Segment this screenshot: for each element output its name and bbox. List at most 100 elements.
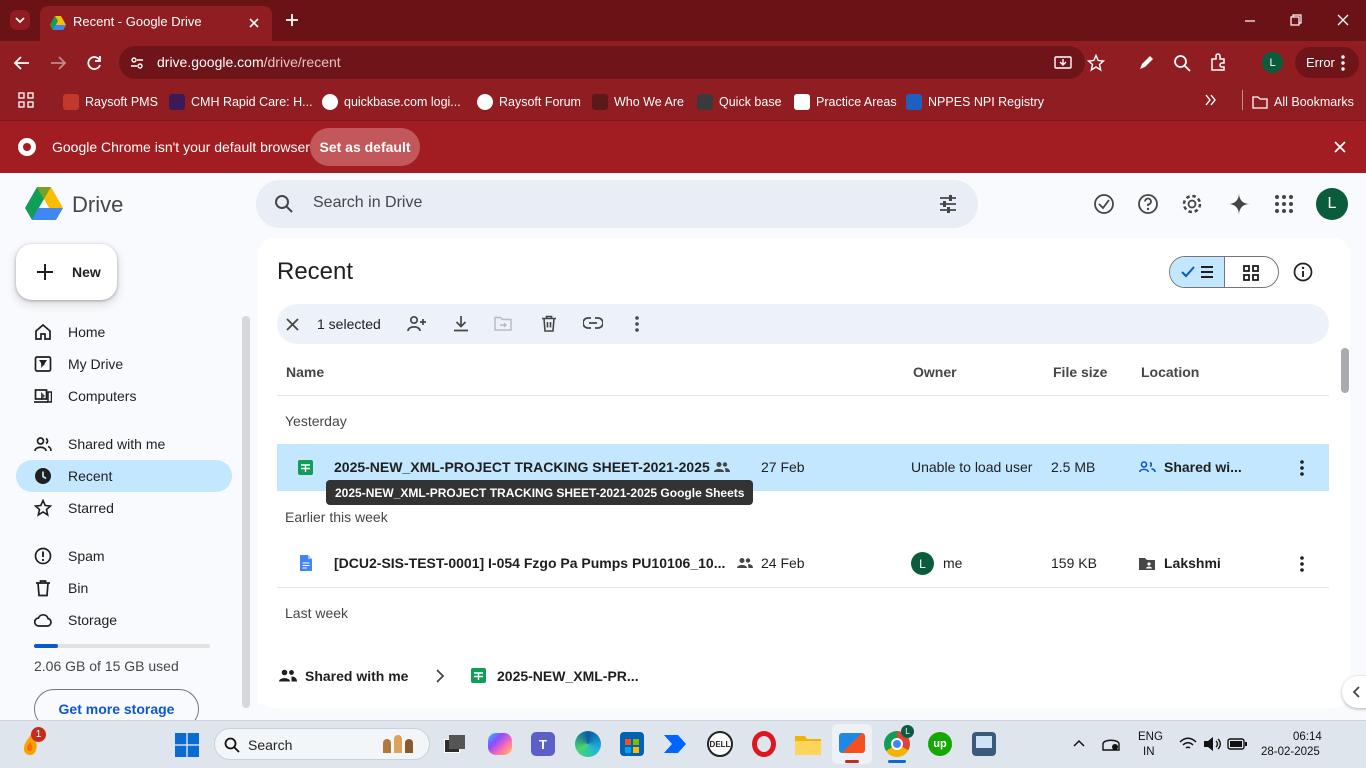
grid-view-icon[interactable] [1243, 265, 1259, 281]
sidebar-scrollbar[interactable] [242, 316, 250, 708]
taskbar-search[interactable]: Search [214, 728, 430, 760]
more-bookmarks-chevron-icon[interactable] [1204, 93, 1218, 107]
help-icon[interactable] [1137, 193, 1159, 215]
new-tab-icon[interactable] [284, 12, 300, 28]
row-more-actions-icon[interactable] [1300, 556, 1304, 572]
sidebar-item-storage[interactable]: Storage [16, 604, 232, 636]
forward-icon[interactable] [49, 54, 67, 72]
file-name[interactable]: [DCU2-SIS-TEST-0001] I-054 Fzgo Pa Pumps… [334, 555, 725, 571]
windows-start-icon[interactable] [175, 733, 199, 757]
battery-icon[interactable] [1227, 738, 1247, 750]
back-icon[interactable] [13, 54, 31, 72]
sidebar-item-shared-with-me[interactable]: Shared with me [16, 428, 232, 460]
sidebar-item-starred[interactable]: Starred [16, 492, 232, 524]
copy-link-icon[interactable] [583, 316, 603, 330]
language-indicator-line2[interactable]: IN [1143, 746, 1155, 758]
layout-toggle[interactable] [1169, 256, 1279, 288]
install-app-icon[interactable] [1054, 54, 1072, 72]
clock-time[interactable]: 06:14 [1293, 731, 1322, 743]
file-explorer-icon[interactable] [795, 733, 821, 755]
bookmark-cmh-rapid-care[interactable]: CMH Rapid Care: H... [169, 92, 313, 112]
close-window-icon[interactable] [1336, 13, 1350, 27]
side-panel-toggle[interactable] [1342, 676, 1366, 708]
edge-icon[interactable] [575, 731, 601, 757]
drive-search-bar[interactable]: Search in Drive [256, 180, 978, 228]
bookmark-raysoft-forum[interactable]: Raysoft Forum [477, 92, 581, 112]
delete-trash-icon[interactable] [541, 315, 557, 332]
ready-for-offline-icon[interactable] [1093, 193, 1115, 215]
taskbar-app-active[interactable] [832, 724, 872, 764]
download-icon[interactable] [453, 315, 469, 332]
bookmark-practice-areas[interactable]: Practice Areas [794, 92, 897, 112]
sidebar-item-bin[interactable]: Bin [16, 572, 232, 604]
breadcrumb-root[interactable]: Shared with me [305, 668, 408, 684]
gemini-sparkle-icon[interactable] [1227, 192, 1251, 216]
network-settings-icon[interactable] [1102, 736, 1120, 752]
language-indicator-line1[interactable]: ENG [1138, 731, 1163, 743]
site-info-icon[interactable] [129, 55, 145, 71]
column-header-name[interactable]: Name [286, 364, 324, 380]
widgets-icon[interactable]: 1 [18, 727, 46, 758]
search-icon[interactable] [274, 194, 294, 214]
wifi-icon[interactable] [1179, 737, 1197, 751]
drive-logo[interactable]: Drive [25, 186, 135, 222]
reload-icon[interactable] [85, 54, 103, 72]
search-input[interactable]: Search in Drive [313, 194, 422, 212]
minimize-icon[interactable] [1243, 14, 1257, 28]
copilot-icon[interactable] [488, 733, 512, 755]
restore-icon[interactable] [1289, 13, 1303, 27]
url-text[interactable]: drive.google.com/drive/recent [157, 54, 341, 72]
opera-icon[interactable] [752, 731, 776, 757]
bookmark-who-we-are[interactable]: Who We Are [592, 92, 684, 112]
task-view-icon[interactable] [444, 734, 466, 754]
details-info-icon[interactable] [1293, 262, 1313, 282]
close-infobar-icon[interactable] [1333, 140, 1347, 154]
upwork-icon[interactable]: up [928, 732, 952, 756]
list-view-button[interactable] [1170, 257, 1225, 287]
pen-icon[interactable] [1137, 54, 1155, 72]
file-location[interactable]: Lakshmi [1164, 555, 1221, 571]
file-name[interactable]: 2025-NEW_XML-PROJECT TRACKING SHEET-2021… [334, 459, 710, 475]
sidebar-item-home[interactable]: Home [16, 316, 232, 348]
bookmark-quick-base[interactable]: Quick base [697, 92, 782, 112]
settings-gear-icon[interactable] [1180, 192, 1204, 216]
zoom-icon[interactable] [1173, 54, 1191, 72]
bookmark-quickbase-login[interactable]: quickbase.com logi... [322, 92, 461, 112]
profile-avatar[interactable]: L [1262, 52, 1283, 73]
new-button[interactable]: New [16, 244, 117, 300]
search-options-icon[interactable] [938, 194, 958, 214]
clear-selection-icon[interactable] [286, 318, 299, 331]
teams-icon[interactable]: T [531, 732, 555, 756]
bookmark-raysoft-pms[interactable]: Raysoft PMS [63, 92, 158, 112]
remote-desktop-icon[interactable] [972, 732, 996, 756]
share-add-person-icon[interactable] [407, 315, 427, 333]
browser-tab[interactable]: Recent - Google Drive [40, 6, 272, 41]
sidebar-item-my-drive[interactable]: My Drive [16, 348, 232, 380]
file-row[interactable]: [DCU2-SIS-TEST-0001] I-054 Fzgo Pa Pumps… [277, 540, 1329, 587]
show-hidden-icons-chevron-icon[interactable] [1073, 739, 1085, 747]
row-more-actions-icon[interactable] [1300, 460, 1304, 476]
file-location[interactable]: Shared wi... [1164, 459, 1242, 475]
more-actions-icon[interactable] [635, 316, 639, 332]
microsoft-store-icon[interactable] [620, 732, 644, 756]
all-bookmarks[interactable]: All Bookmarks [1252, 92, 1354, 112]
google-apps-icon[interactable] [1274, 194, 1294, 214]
set-as-default-button[interactable]: Set as default [310, 128, 420, 166]
account-avatar[interactable]: L [1316, 188, 1348, 220]
sidebar-item-computers[interactable]: Computers [16, 380, 232, 412]
dell-icon[interactable]: DELL [707, 731, 733, 757]
close-tab-icon[interactable] [247, 16, 261, 30]
volume-icon[interactable] [1203, 736, 1221, 752]
column-header-file-size[interactable]: File size [1053, 364, 1107, 380]
power-automate-icon[interactable] [662, 733, 688, 755]
sidebar-item-spam[interactable]: Spam [16, 540, 232, 572]
address-bar[interactable]: drive.google.com/drive/recent [119, 46, 1085, 79]
breadcrumb-file[interactable]: 2025-NEW_XML-PR... [497, 668, 639, 684]
tab-search-icon[interactable] [10, 10, 30, 30]
sidebar-item-recent[interactable]: Recent [16, 460, 232, 492]
chrome-taskbar-icon[interactable]: L [884, 725, 914, 757]
error-button[interactable]: Error [1295, 47, 1359, 78]
bookmark-nppes-npi-registry[interactable]: NPPES NPI Registry [906, 92, 1044, 112]
extensions-icon[interactable] [1209, 53, 1228, 72]
clock-date[interactable]: 28-02-2025 [1261, 746, 1320, 758]
